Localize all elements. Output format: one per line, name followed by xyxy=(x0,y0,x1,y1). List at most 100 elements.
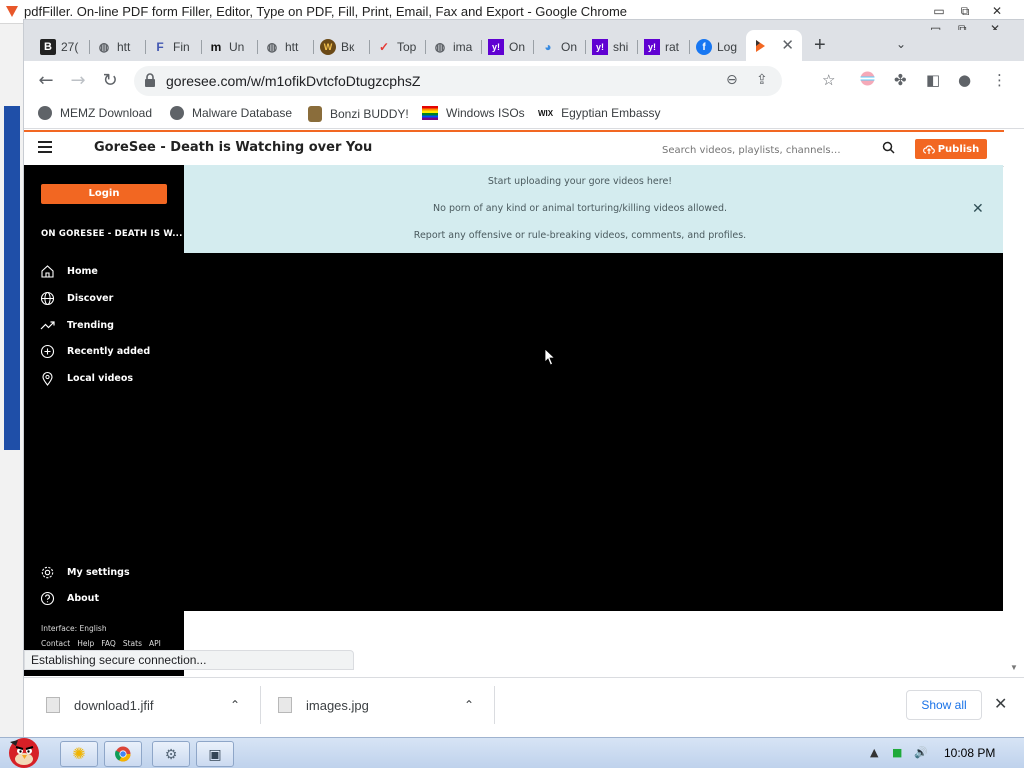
m-logo-icon: m xyxy=(210,40,222,54)
close-icon[interactable]: ✕ xyxy=(994,694,1007,713)
tab-4[interactable]: m Un xyxy=(202,34,258,60)
scroll-down-arrow-icon[interactable]: ▼ xyxy=(1010,663,1018,672)
address-bar[interactable]: goresee.com/w/m1ofikDvtcfoDtugzcphsZ ⊖ ⇪ xyxy=(134,66,782,96)
bookmark-windows-isos[interactable]: Windows ISOs xyxy=(422,106,525,120)
yahoo-icon: y! xyxy=(488,39,504,55)
tab-close-icon[interactable]: ✕ xyxy=(781,36,794,54)
home-icon xyxy=(41,265,54,278)
site-title[interactable]: GoreSee - Death is Watching over You xyxy=(94,140,372,155)
sidebar-item-my-settings[interactable]: My settings xyxy=(40,565,130,580)
menu-icon[interactable] xyxy=(38,141,52,153)
download-filename: download1.jfif xyxy=(74,697,154,713)
side-panel-icon[interactable]: ◧ xyxy=(926,71,940,89)
more-menu-icon[interactable]: ⋮ xyxy=(992,71,1007,89)
tab-8[interactable]: ◍ ima xyxy=(426,34,482,60)
download-item[interactable]: images.jpg xyxy=(278,678,369,732)
notice-line-1: Start uploading your gore videos here! xyxy=(487,176,673,187)
tab-label: 27( xyxy=(61,40,79,54)
tab-strip: B 27( ◍ htt F Fin m Un ◍ htt W Bк ✓ Top … xyxy=(24,30,1024,61)
minimize-icon[interactable]: ▭ xyxy=(930,3,948,19)
tab-active[interactable]: ✕ xyxy=(746,30,802,61)
bookmark-memz[interactable]: MEMZ Download xyxy=(38,106,152,120)
tab-label: shi xyxy=(613,40,629,54)
bookmark-egyptian-embassy[interactable]: WIX Egyptian Embassy xyxy=(538,106,661,120)
tab-label: htt xyxy=(285,40,299,54)
login-button[interactable]: Login xyxy=(41,184,167,204)
tab-1[interactable]: B 27( xyxy=(34,34,90,60)
scrollbar[interactable]: ▼ xyxy=(1004,130,1024,676)
tab-9[interactable]: y! On xyxy=(482,34,534,60)
download-shelf: download1.jfif ⌃ images.jpg ⌃ Show all ✕ xyxy=(24,677,1024,731)
tab-5[interactable]: ◍ htt xyxy=(258,34,314,60)
search-icon[interactable] xyxy=(882,141,895,154)
new-tab-icon[interactable]: + xyxy=(814,35,826,55)
tab-label: On xyxy=(509,40,526,54)
back-icon[interactable]: ← xyxy=(34,70,58,92)
footer-link-contact[interactable]: Contact xyxy=(41,639,70,648)
bookmark-bonzi-buddy[interactable]: Bonzi BUDDY! xyxy=(308,106,409,122)
sidebar-item-discover[interactable]: Discover xyxy=(40,291,113,306)
interface-language-link[interactable]: Interface: English xyxy=(41,624,107,633)
sidebar-item-about[interactable]: About xyxy=(40,591,99,606)
reload-icon[interactable]: ↻ xyxy=(98,70,122,92)
close-icon[interactable]: ✕ xyxy=(988,3,1006,19)
sidebar-item-local-videos[interactable]: Local videos xyxy=(40,371,133,386)
sidebar-item-label: Discover xyxy=(67,293,114,304)
chevron-up-icon[interactable]: ⌃ xyxy=(464,698,474,712)
video-player[interactable] xyxy=(184,253,1003,611)
tab-label: htt xyxy=(117,40,131,54)
bookmark-malware-database[interactable]: Malware Database xyxy=(170,106,292,120)
tab-label: Top xyxy=(397,40,417,54)
bookmark-label: Windows ISOs xyxy=(446,106,525,120)
tab-11[interactable]: y! shi xyxy=(586,34,638,60)
publish-button[interactable]: Publish xyxy=(915,139,987,159)
search-input[interactable] xyxy=(656,139,908,161)
bookmark-label: Malware Database xyxy=(192,106,293,120)
bookmark-label: Egyptian Embassy xyxy=(561,106,661,120)
angry-bird-start-icon[interactable] xyxy=(2,732,46,770)
tab-10[interactable]: ◕ On xyxy=(534,34,586,60)
restore-icon[interactable]: ⧉ xyxy=(956,3,974,19)
show-all-button[interactable]: Show all xyxy=(906,690,982,720)
share-icon[interactable]: ⇪ xyxy=(756,72,768,88)
download-item[interactable]: download1.jfif xyxy=(46,678,154,732)
battery-icon[interactable]: ■ xyxy=(892,746,902,759)
tray-expand-icon[interactable]: ▲ xyxy=(870,746,878,759)
sidebar-item-home[interactable]: Home xyxy=(40,264,98,279)
taskbar-chrome-button[interactable] xyxy=(104,741,142,767)
chevron-up-icon[interactable]: ⌃ xyxy=(230,698,240,712)
sidebar-item-recently-added[interactable]: Recently added xyxy=(40,344,150,359)
pdffiller-logo-icon xyxy=(6,6,18,17)
zoom-icon[interactable]: ⊖ xyxy=(726,72,738,88)
tab-3[interactable]: F Fin xyxy=(146,34,202,60)
volume-icon[interactable]: 🔊 xyxy=(914,746,928,759)
forward-icon[interactable]: → xyxy=(66,70,90,92)
divider xyxy=(260,686,261,724)
tab-6[interactable]: W Bк xyxy=(314,34,370,60)
taskbar-window-button[interactable]: ▣ xyxy=(196,741,234,767)
url-text[interactable]: goresee.com/w/m1ofikDvtcfoDtugzcphsZ xyxy=(166,73,420,89)
bookmark-star-icon[interactable]: ☆ xyxy=(822,71,835,89)
taskbar-explorer-button[interactable]: ✺ xyxy=(60,741,98,767)
close-icon[interactable]: ✕ xyxy=(972,201,984,217)
clock[interactable]: 10:08 PM xyxy=(944,746,995,760)
chevron-down-icon[interactable]: ⌄ xyxy=(896,37,906,51)
footer-link-faq[interactable]: FAQ xyxy=(101,639,116,648)
tab-13[interactable]: f Log xyxy=(690,34,742,60)
tab-12[interactable]: y! rat xyxy=(638,34,690,60)
tab-7[interactable]: ✓ Top xyxy=(370,34,426,60)
sidebar-item-label: My settings xyxy=(67,567,130,578)
sidebar-item-trending[interactable]: Trending xyxy=(40,318,114,333)
footer-link-help[interactable]: Help xyxy=(77,639,94,648)
profile-avatar-icon[interactable]: ● xyxy=(958,71,971,89)
footer-link-api[interactable]: API xyxy=(149,639,161,648)
tab-label: Bк xyxy=(341,40,355,54)
footer-link-stats[interactable]: Stats xyxy=(123,639,142,648)
extensions-puzzle-icon[interactable]: ✤ xyxy=(894,71,907,89)
sidebar-item-label: Home xyxy=(67,266,98,277)
extension-flag-icon[interactable] xyxy=(860,71,875,90)
bookmark-label: MEMZ Download xyxy=(60,106,153,120)
tab-2[interactable]: ◍ htt xyxy=(90,34,146,60)
lock-icon[interactable] xyxy=(144,73,156,87)
taskbar-app-button[interactable]: ⚙ xyxy=(152,741,190,767)
